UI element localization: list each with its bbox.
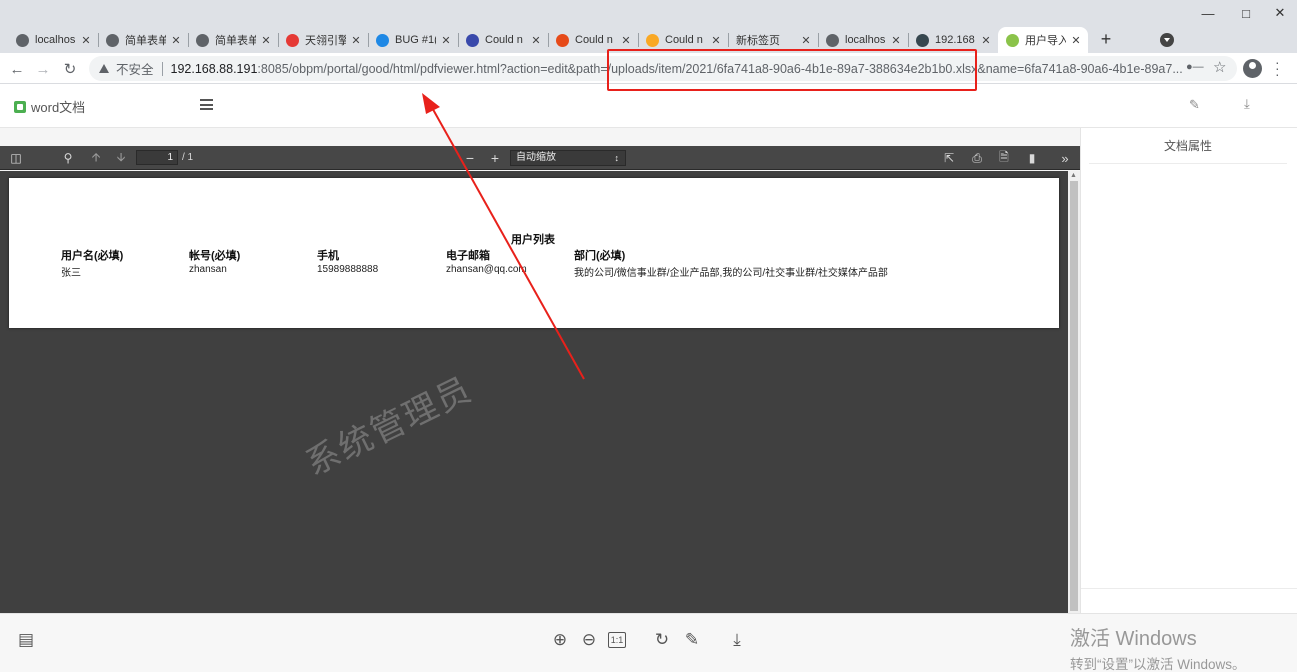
annotation-arrow-head xyxy=(422,93,440,114)
annotation-arrow-line xyxy=(429,103,585,380)
annotation-arrow xyxy=(422,93,585,380)
